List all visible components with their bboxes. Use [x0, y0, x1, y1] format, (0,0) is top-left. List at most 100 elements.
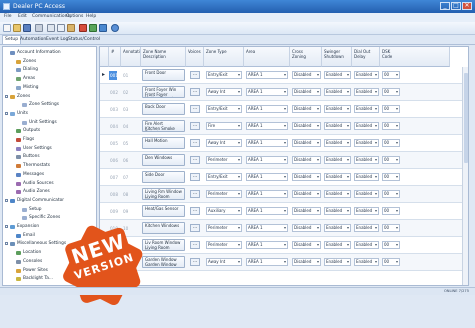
area-select[interactable]: AREA 1: [246, 88, 288, 96]
area-select[interactable]: AREA 1: [246, 224, 288, 232]
zone-type-select[interactable]: Entry/Exit: [206, 173, 242, 181]
table-row[interactable]: 004 04 Fire Alert Kitchen Smoke Detector..…: [100, 118, 468, 135]
column-header[interactable]: Annotation: [121, 47, 141, 67]
swinger-shutdown-select[interactable]: Enabled: [324, 71, 351, 79]
menu-communications[interactable]: Communications: [32, 14, 70, 19]
tree-item-areas[interactable]: Areas: [3, 76, 96, 82]
save-icon[interactable]: [23, 24, 31, 32]
dsk-code-select[interactable]: 00: [382, 241, 400, 249]
table-row[interactable]: 007 07 Side Door... Entry/Exit AREA 1 Disable…: [100, 169, 468, 186]
column-header[interactable]: Area: [244, 47, 290, 67]
cross-zoning-select[interactable]: Disabled: [292, 71, 321, 79]
swinger-shutdown-select[interactable]: Enabled: [324, 173, 351, 181]
tree-item-flags[interactable]: Flags: [3, 137, 96, 143]
zone-type-select[interactable]: Entry/Exit: [206, 71, 242, 79]
column-header[interactable]: Swinger Shutdown: [322, 47, 352, 67]
cross-zoning-select[interactable]: Disabled: [292, 173, 321, 181]
area-select[interactable]: AREA 1: [246, 173, 288, 181]
grid-scroll-thumb[interactable]: [464, 73, 468, 163]
swinger-shutdown-select[interactable]: Enabled: [324, 207, 351, 215]
zone-type-select[interactable]: Entry/Exit: [206, 105, 242, 113]
new-icon[interactable]: [3, 24, 11, 32]
expand-icon[interactable]: [5, 225, 8, 228]
voices-edit-button[interactable]: ...: [190, 241, 200, 249]
cross-zoning-select[interactable]: Disabled: [292, 88, 321, 96]
grid-vertical-scrollbar[interactable]: [462, 67, 468, 285]
tab-status-control[interactable]: Status/Control: [66, 36, 102, 44]
voices-edit-button[interactable]: ...: [190, 139, 200, 147]
dial-out-delay-select[interactable]: Enabled: [354, 88, 379, 96]
cross-zoning-select[interactable]: Disabled: [292, 156, 321, 164]
dial-out-delay-select[interactable]: Enabled: [354, 241, 379, 249]
tree-item-setup[interactable]: Setup: [3, 207, 96, 213]
swinger-shutdown-select[interactable]: Enabled: [324, 88, 351, 96]
area-select[interactable]: AREA 1: [246, 71, 288, 79]
column-header[interactable]: Voices: [186, 47, 204, 67]
column-header[interactable]: Zone Name Description: [141, 47, 186, 67]
voices-edit-button[interactable]: ...: [190, 105, 200, 113]
menu-edit[interactable]: Edit: [18, 14, 27, 19]
tree-item-units[interactable]: Units: [3, 111, 96, 117]
area-select[interactable]: AREA 1: [246, 258, 288, 266]
swinger-shutdown-select[interactable]: Enabled: [324, 258, 351, 266]
swinger-shutdown-select[interactable]: Enabled: [324, 105, 351, 113]
voices-edit-button[interactable]: ...: [190, 71, 200, 79]
dsk-code-select[interactable]: 00: [382, 88, 400, 96]
dsk-code-select[interactable]: 00: [382, 258, 400, 266]
download-icon[interactable]: [99, 24, 107, 32]
area-select[interactable]: AREA 1: [246, 139, 288, 147]
column-header[interactable]: #: [109, 47, 121, 67]
cross-zoning-select[interactable]: Disabled: [292, 190, 321, 198]
zone-type-select[interactable]: Perimeter: [206, 224, 242, 232]
tree-item-outputs[interactable]: Outputs: [3, 128, 96, 134]
menu-file[interactable]: File: [4, 14, 12, 19]
zone-type-select[interactable]: Auxiliary: [206, 207, 242, 215]
dsk-code-select[interactable]: 00: [382, 156, 400, 164]
table-row[interactable]: 006 06 Den Windows... Perimeter AREA 1 Disabl…: [100, 152, 468, 169]
area-select[interactable]: AREA 1: [246, 241, 288, 249]
column-header[interactable]: Zone Type: [204, 47, 244, 67]
dial-out-delay-select[interactable]: Enabled: [354, 258, 379, 266]
help-icon[interactable]: [111, 24, 119, 32]
close-button[interactable]: ✕: [462, 2, 472, 10]
area-select[interactable]: AREA 1: [246, 122, 288, 130]
column-header[interactable]: Cross Zoning: [290, 47, 322, 67]
zone-type-select[interactable]: Perimeter: [206, 241, 242, 249]
area-select[interactable]: AREA 1: [246, 190, 288, 198]
dsk-code-select[interactable]: 00: [382, 190, 400, 198]
cross-zoning-select[interactable]: Disabled: [292, 241, 321, 249]
zone-name-button[interactable]: Front Foyer Win Front Foyer Motion Detec…: [142, 86, 185, 98]
voices-edit-button[interactable]: ...: [190, 156, 200, 164]
tree-item-unit-settings[interactable]: Unit Settings: [3, 120, 96, 126]
zone-name-button[interactable]: Back Door: [142, 103, 185, 115]
dsk-code-select[interactable]: 00: [382, 105, 400, 113]
dial-out-delay-select[interactable]: Enabled: [354, 190, 379, 198]
tree-item-zone-settings[interactable]: Zone Settings: [3, 102, 96, 108]
cross-zoning-select[interactable]: Disabled: [292, 122, 321, 130]
swinger-shutdown-select[interactable]: Enabled: [324, 190, 351, 198]
copy-icon[interactable]: [57, 24, 65, 32]
area-select[interactable]: AREA 1: [246, 207, 288, 215]
cut-icon[interactable]: [47, 24, 55, 32]
dsk-code-select[interactable]: 00: [382, 224, 400, 232]
table-row[interactable]: 002 02 Front Foyer Win Front Foyer Motion …: [100, 84, 468, 101]
dial-out-delay-select[interactable]: Enabled: [354, 224, 379, 232]
swinger-shutdown-select[interactable]: Enabled: [324, 122, 351, 130]
table-row[interactable]: 008 08 Living Rm Window Living Room Window…: [100, 186, 468, 203]
upload-icon[interactable]: [89, 24, 97, 32]
tree-item-zones[interactable]: Zones: [3, 94, 96, 100]
dsk-code-select[interactable]: 00: [382, 173, 400, 181]
tree-item-messages[interactable]: Messages: [3, 172, 96, 178]
cross-zoning-select[interactable]: Disabled: [292, 207, 321, 215]
zone-type-select[interactable]: Perimeter: [206, 156, 242, 164]
cross-zoning-select[interactable]: Disabled: [292, 139, 321, 147]
voices-edit-button[interactable]: ...: [190, 207, 200, 215]
voices-edit-button[interactable]: ...: [190, 88, 200, 96]
zone-type-select[interactable]: Away Int: [206, 258, 242, 266]
zone-name-button[interactable]: Hall Motion: [142, 137, 185, 149]
voices-edit-button[interactable]: ...: [190, 173, 200, 181]
zone-type-select[interactable]: Perimeter: [206, 190, 242, 198]
column-header[interactable]: Dial Out Delay: [352, 47, 380, 67]
tree-item-thermostats[interactable]: Thermostats: [3, 163, 96, 169]
zone-name-button[interactable]: Fire Alert Kitchen Smoke Detector: [142, 120, 185, 132]
